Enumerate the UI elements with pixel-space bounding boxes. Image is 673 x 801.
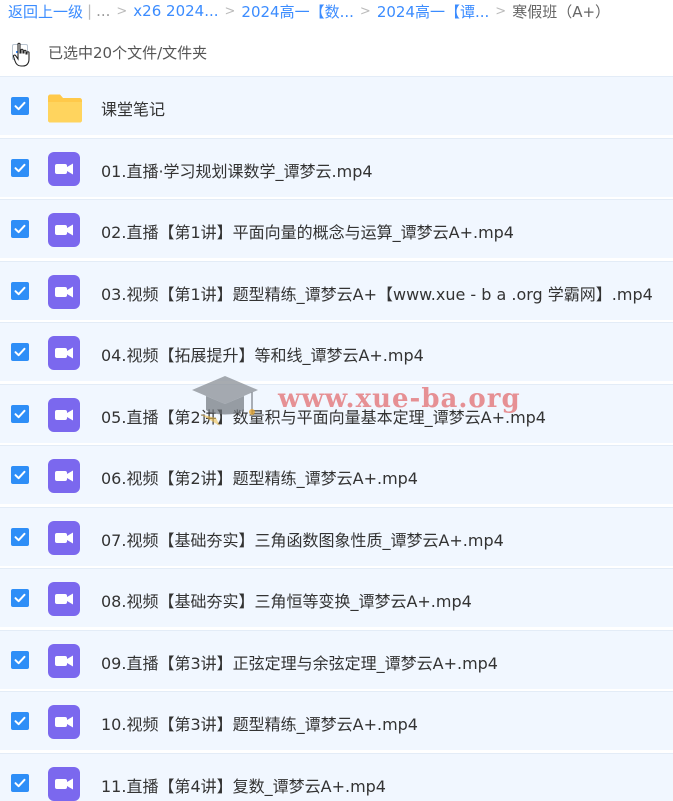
breadcrumb-item-3[interactable]: 2024高一【谭... (377, 1, 489, 22)
file-row[interactable]: 10.视频【第3讲】题型精练_谭梦云A+.mp4 (0, 691, 673, 750)
file-row[interactable]: 04.视频【拓展提升】等和线_谭梦云A+.mp4 (0, 322, 673, 381)
row-checkbox[interactable] (11, 527, 29, 546)
video-file-icon (48, 336, 80, 370)
checkmark-icon (14, 163, 26, 172)
folder-icon (47, 93, 82, 127)
checkmark-icon (14, 778, 26, 787)
checkmark-icon (14, 409, 26, 418)
row-checkbox[interactable] (11, 404, 29, 423)
file-row[interactable]: 06.视频【第2讲】题型精练_谭梦云A+.mp4 (0, 445, 673, 504)
video-file-icon (48, 397, 80, 432)
row-checkbox[interactable] (11, 158, 29, 177)
file-row[interactable]: 03.视频【第1讲】题型精练_谭梦云A+【www.xue - b a .org … (0, 260, 673, 320)
file-name[interactable]: 09.直播【第3讲】正弦定理与余弦定理_谭梦云A+.mp4 (101, 650, 498, 674)
checkmark-icon (14, 286, 26, 295)
chevron-right-icon: > (495, 3, 507, 19)
video-file-icon (48, 151, 80, 186)
file-row[interactable]: 02.直播【第1讲】平面向量的概念与运算_谭梦云A+.mp4 (0, 199, 673, 258)
breadcrumb-ellipsis[interactable]: ... (96, 2, 110, 20)
chevron-right-icon: > (116, 3, 128, 19)
file-row[interactable]: 11.直播【第4讲】复数_谭梦云A+.mp4 (0, 752, 673, 801)
video-file-icon (48, 213, 80, 247)
file-list: 课堂笔记 01.直播·学习规划课数学_谭梦云.mp4 02.直播【第1讲】平面向量的… (0, 76, 673, 801)
breadcrumb-current: 寒假班（A+） (512, 2, 611, 21)
checkmark-icon (14, 655, 26, 664)
file-browser: 返回上一级 | ... > x26 2024... > 2024高一【数... … (0, 0, 673, 801)
row-checkbox[interactable] (11, 650, 29, 669)
checkmark-icon (14, 347, 26, 357)
selection-header: 已选中20个文件/文件夹 (0, 36, 673, 68)
file-name[interactable]: 02.直播【第1讲】平面向量的概念与运算_谭梦云A+.mp4 (101, 219, 514, 243)
file-row[interactable]: 01.直播·学习规划课数学_谭梦云.mp4 (0, 137, 673, 197)
file-name[interactable]: 07.视频【基础夯实】三角函数图象性质_谭梦云A+.mp4 (101, 527, 504, 551)
checkmark-icon (14, 470, 26, 480)
chevron-right-icon: > (359, 3, 371, 19)
row-checkbox[interactable] (11, 343, 29, 361)
row-checkbox[interactable] (11, 220, 29, 238)
row-checkbox[interactable] (11, 281, 29, 300)
checkmark-icon (14, 716, 26, 726)
checkmark-icon (14, 593, 26, 603)
breadcrumb-item-1[interactable]: x26 2024... (133, 2, 218, 20)
file-name[interactable]: 01.直播·学习规划课数学_谭梦云.mp4 (101, 158, 373, 182)
file-name[interactable]: 11.直播【第4讲】复数_谭梦云A+.mp4 (101, 773, 386, 797)
row-checkbox[interactable] (11, 773, 29, 792)
selection-summary: 已选中20个文件/文件夹 (48, 44, 208, 62)
row-checkbox[interactable] (11, 589, 29, 607)
row-checkbox[interactable] (11, 712, 29, 730)
file-row[interactable]: 05.直播【第2讲】数量积与平面向量基本定理_谭梦云A+.mp4 (0, 383, 673, 443)
breadcrumb-item-2[interactable]: 2024高一【数... (241, 1, 353, 22)
row-checkbox[interactable] (11, 97, 29, 115)
hand-cursor-icon (12, 42, 30, 67)
file-name[interactable]: 06.视频【第2讲】题型精练_谭梦云A+.mp4 (101, 465, 418, 489)
back-link[interactable]: 返回上一级 (8, 1, 83, 22)
file-name[interactable]: 课堂笔记 (101, 96, 165, 120)
file-row[interactable]: 07.视频【基础夯实】三角函数图象性质_谭梦云A+.mp4 (0, 506, 673, 566)
file-row[interactable]: 08.视频【基础夯实】三角恒等变换_谭梦云A+.mp4 (0, 568, 673, 627)
checkmark-icon (14, 532, 26, 541)
file-name[interactable]: 08.视频【基础夯实】三角恒等变换_谭梦云A+.mp4 (101, 588, 472, 612)
file-row[interactable]: 09.直播【第3讲】正弦定理与余弦定理_谭梦云A+.mp4 (0, 629, 673, 689)
file-name[interactable]: 04.视频【拓展提升】等和线_谭梦云A+.mp4 (101, 342, 424, 366)
breadcrumb-divider: | (87, 2, 93, 20)
video-file-icon (48, 520, 80, 555)
chevron-right-icon: > (224, 3, 236, 19)
video-file-icon (48, 459, 80, 493)
file-name[interactable]: 03.视频【第1讲】题型精练_谭梦云A+【www.xue - b a .org … (101, 281, 653, 305)
checkmark-icon (14, 224, 26, 234)
row-checkbox[interactable] (11, 466, 29, 484)
checkmark-icon (14, 101, 26, 111)
video-file-icon (48, 582, 80, 616)
file-name[interactable]: 05.直播【第2讲】数量积与平面向量基本定理_谭梦云A+.mp4 (101, 404, 546, 428)
video-file-icon (48, 766, 80, 801)
file-name[interactable]: 10.视频【第3讲】题型精练_谭梦云A+.mp4 (101, 711, 418, 735)
video-file-icon (48, 705, 80, 739)
file-row[interactable]: 课堂笔记 (0, 76, 673, 135)
breadcrumb: 返回上一级 | ... > x26 2024... > 2024高一【数... … (0, 0, 673, 22)
video-file-icon (48, 274, 80, 309)
video-file-icon (48, 643, 80, 678)
